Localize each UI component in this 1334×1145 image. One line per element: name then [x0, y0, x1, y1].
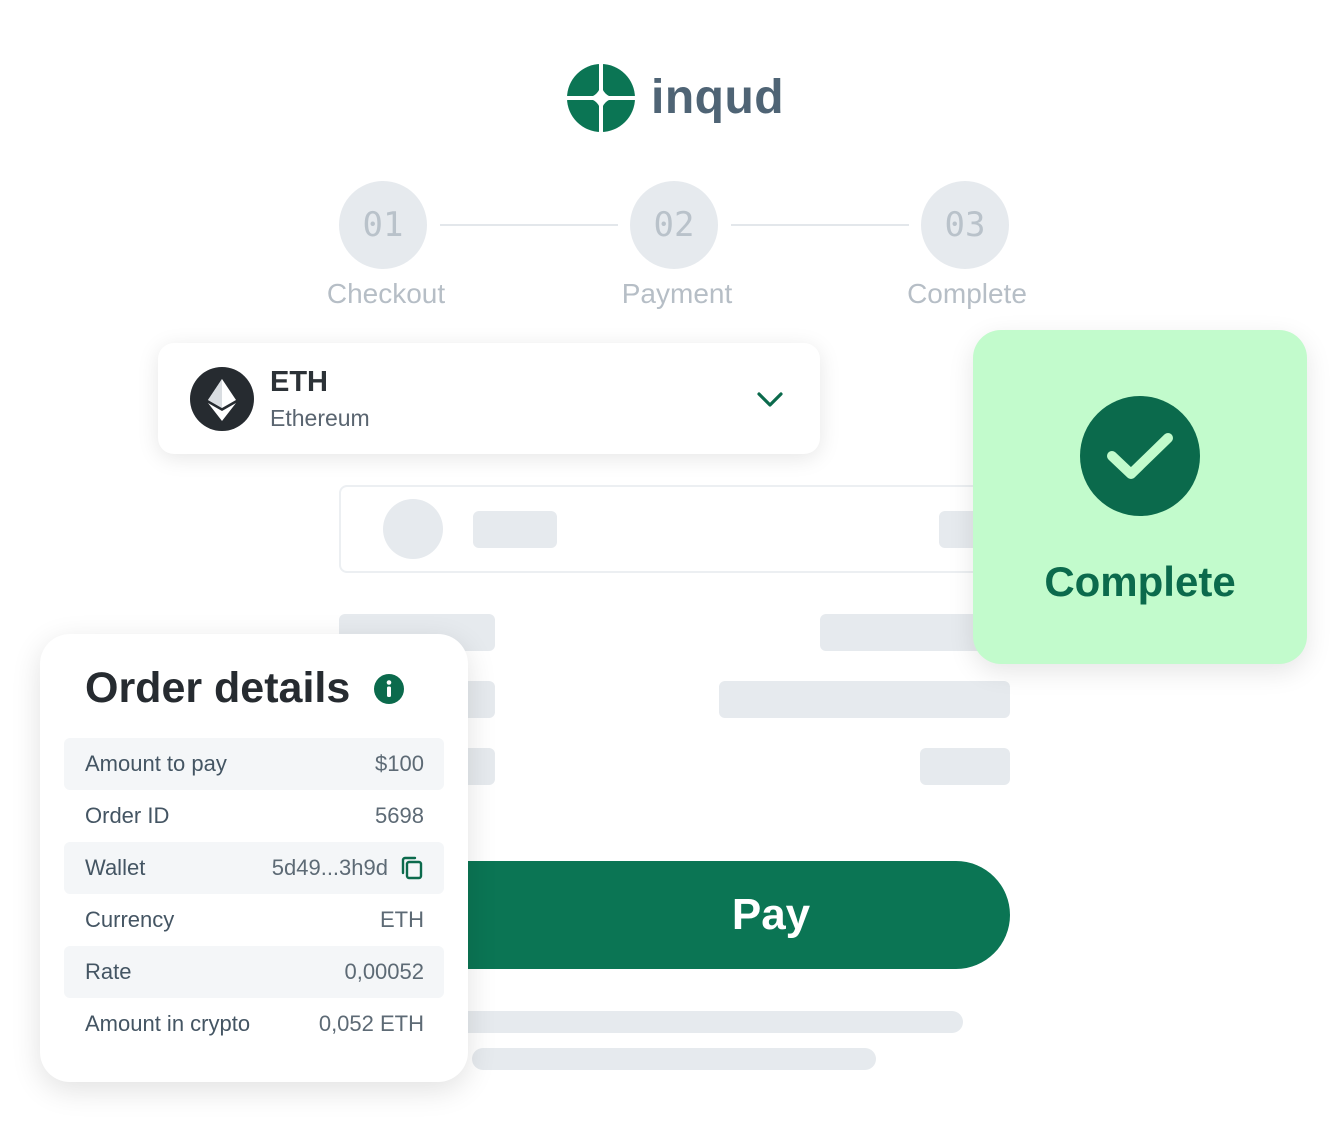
pay-button[interactable]: Pay: [402, 861, 1010, 969]
copy-icon[interactable]: [400, 855, 424, 881]
step-3-number[interactable]: 03: [921, 181, 1009, 269]
complete-status-label: Complete: [1044, 558, 1236, 605]
pay-button-label: Pay: [731, 890, 811, 939]
step-connector: [731, 224, 909, 226]
order-details-title: Order details: [85, 664, 351, 712]
order-row-amount-in-crypto: Amount in crypto 0,052 ETH: [64, 998, 444, 1050]
step-1-number[interactable]: 01: [339, 181, 427, 269]
row-value: 0,00052: [344, 959, 424, 984]
row-value: 0,052 ETH: [318, 1011, 424, 1036]
currency-selector[interactable]: ETH Ethereum: [158, 343, 820, 454]
order-row-amount-to-pay: Amount to pay $100: [64, 738, 444, 790]
step-connector: [440, 224, 618, 226]
info-icon[interactable]: [374, 674, 404, 704]
currency-code: ETH: [270, 366, 328, 398]
step-2-number[interactable]: 02: [630, 181, 718, 269]
row-label: Amount to pay: [85, 751, 227, 776]
logo-mark-icon: [567, 64, 635, 132]
wallet-value-group: 5d49...3h9d: [272, 855, 424, 881]
brand-name: inqud: [651, 71, 785, 124]
text-placeholder: [472, 1048, 876, 1070]
ethereum-icon: [190, 367, 254, 431]
order-row-rate: Rate 0,00052: [64, 946, 444, 998]
chevron-down-icon[interactable]: [754, 383, 786, 415]
text-placeholder: [440, 1011, 963, 1033]
currency-name: Ethereum: [270, 405, 370, 431]
avatar-placeholder: [383, 499, 443, 559]
complete-status-card: Complete: [973, 330, 1307, 664]
brand-logo: inqud: [567, 64, 784, 132]
row-value: ETH: [380, 907, 424, 932]
order-details-card: Order details Amount to pay $100 Order I…: [40, 634, 468, 1082]
text-placeholder: [820, 614, 990, 651]
order-row-order-id: Order ID 5698: [64, 790, 444, 842]
row-label: Wallet: [85, 855, 146, 880]
order-row-wallet: Wallet 5d49...3h9d: [64, 842, 444, 894]
row-label: Currency: [85, 907, 175, 932]
row-value: 5698: [375, 803, 424, 828]
row-label: Rate: [85, 959, 132, 984]
step-3-label: Complete: [907, 278, 1027, 309]
text-placeholder: [920, 748, 1010, 785]
row-label: Order ID: [85, 803, 170, 828]
row-label: Amount in crypto: [85, 1011, 251, 1036]
order-row-currency: Currency ETH: [64, 894, 444, 946]
row-value: $100: [375, 751, 424, 776]
text-placeholder: [719, 681, 1010, 718]
row-value: 5d49...3h9d: [271, 855, 388, 880]
check-icon: [1080, 396, 1200, 516]
step-2-label: Payment: [621, 278, 733, 309]
step-1-label: Checkout: [326, 278, 446, 309]
text-placeholder: [473, 511, 557, 548]
